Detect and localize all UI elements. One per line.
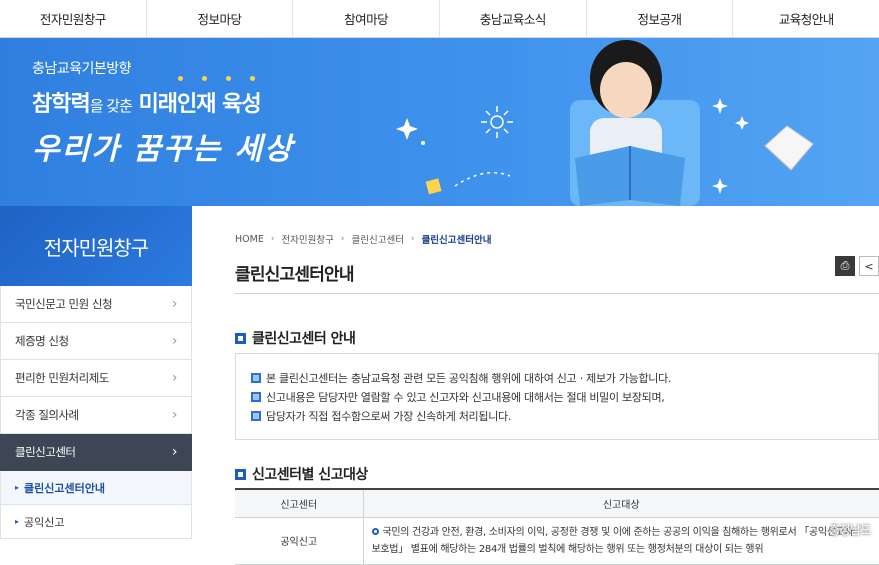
divider (235, 293, 879, 294)
section-heading-guide: 클린신고센터 안내 (235, 328, 355, 348)
chevron-right-icon: › (172, 444, 177, 460)
info-line: 신고내용은 담당자만 열람할 수 있고 신고자와 신고내용에 대해서는 절대 비… (251, 387, 863, 406)
nav-item-disclosure[interactable]: 정보공개 (587, 0, 734, 37)
square-bullet-icon (235, 333, 246, 344)
chevron-right-icon: › (411, 234, 415, 244)
nav-item-civil-petition[interactable]: 전자민원창구 (0, 0, 147, 37)
sidebar-subitem-public-report[interactable]: ▸공익신고 (0, 505, 192, 539)
left-sidebar: 전자민원창구 국민신문고 민원 신청› 제증명 신청› 편리한 민원처리제도› … (0, 206, 192, 552)
list-bullet-icon (251, 392, 261, 402)
sidebar-item-inquiries[interactable]: 각종 질의사례› (0, 397, 192, 434)
report-target-table: 신고센터 신고대상 공익신고 국민의 건강과 안전, 환경, 소비자의 이익, … (235, 488, 879, 565)
sidebar-item-petition[interactable]: 국민신문고 민원 신청› (0, 286, 192, 323)
breadcrumb-home[interactable]: HOME (235, 234, 264, 245)
share-icon[interactable]: < (859, 256, 879, 276)
page-title: 클린신고센터안내 (235, 260, 354, 285)
letter-block-icon (426, 178, 442, 194)
sidebar-item-convenient[interactable]: 편리한 민원처리제도› (0, 360, 192, 397)
table-header-row: 신고센터 신고대상 (235, 489, 879, 517)
bullet-icon: ▸ (15, 517, 19, 526)
column-header: 신고대상 (363, 489, 879, 517)
info-box: 본 클린신고센터는 충남교육청 관련 모든 공익침해 행위에 대하여 신고ㆍ제보… (235, 353, 879, 440)
section-heading-targets: 신고센터별 신고대상 (235, 464, 368, 484)
hero-banner: 충남교육기본방향 참학력을 갖춘 미래인재 육성 우리가 꿈꾸는 세상 (0, 38, 879, 206)
nav-item-news[interactable]: 충남교육소식 (440, 0, 587, 37)
info-line: 담당자가 직접 접수함으로써 가장 신속하게 처리됩니다. (251, 406, 863, 425)
chevron-right-icon: › (341, 234, 345, 244)
book-icon (765, 126, 813, 170)
list-bullet-icon (251, 373, 261, 383)
table-row: 공익신고 국민의 건강과 안전, 환경, 소비자의 이익, 공정한 경쟁 및 이… (235, 517, 879, 564)
list-bullet-icon (251, 411, 261, 421)
page-tools: ⎙ < (835, 256, 879, 276)
nav-item-info[interactable]: 정보마당 (147, 0, 294, 37)
sun-icon (481, 106, 513, 138)
circle-bullet-icon (372, 528, 379, 535)
chevron-right-icon: › (172, 370, 177, 386)
print-icon[interactable]: ⎙ (835, 256, 855, 276)
column-header: 신고센터 (235, 489, 363, 517)
nav-item-participation[interactable]: 참여마당 (293, 0, 440, 37)
breadcrumb-civil[interactable]: 전자민원창구 (281, 232, 333, 246)
child-reading-illustration (570, 40, 700, 206)
top-navigation: 전자민원창구 정보마당 참여마당 충남교육소식 정보공개 교육청안내 (0, 0, 879, 38)
chevron-right-icon: › (172, 296, 177, 312)
breadcrumb-current: 클린신고센터안내 (422, 232, 492, 246)
banner-illustration (0, 38, 879, 206)
chevron-right-icon: › (271, 234, 275, 244)
main-content: HOME › 전자민원창구 › 클린신고센터 › 클린신고센터안내 클린신고센터… (210, 206, 879, 552)
sidebar-item-clean-center[interactable]: 클린신고센터› (0, 434, 192, 471)
breadcrumb-clean[interactable]: 클린신고센터 (352, 232, 404, 246)
info-line: 본 클린신고센터는 충남교육청 관련 모든 공익침해 행위에 대하여 신고ㆍ제보… (251, 368, 863, 387)
sidebar-item-certificate[interactable]: 제증명 신청› (0, 323, 192, 360)
breadcrumb: HOME › 전자민원창구 › 클린신고센터 › 클린신고센터안내 (235, 232, 491, 246)
bullet-icon: ▸ (15, 483, 19, 492)
watermark: 충청남도 (829, 521, 871, 538)
sidebar-title: 전자민원창구 (0, 206, 192, 286)
chevron-right-icon: › (172, 333, 177, 349)
chevron-right-icon: › (172, 407, 177, 423)
table-cell: 국민의 건강과 안전, 환경, 소비자의 이익, 공정한 경쟁 및 이에 준하는… (363, 517, 879, 564)
table-cell: 공익신고 (235, 517, 363, 564)
square-bullet-icon (235, 469, 246, 480)
sidebar-subitem-clean-guide[interactable]: ▸클린신고센터안내 (0, 471, 192, 505)
nav-item-office-guide[interactable]: 교육청안내 (733, 0, 879, 37)
